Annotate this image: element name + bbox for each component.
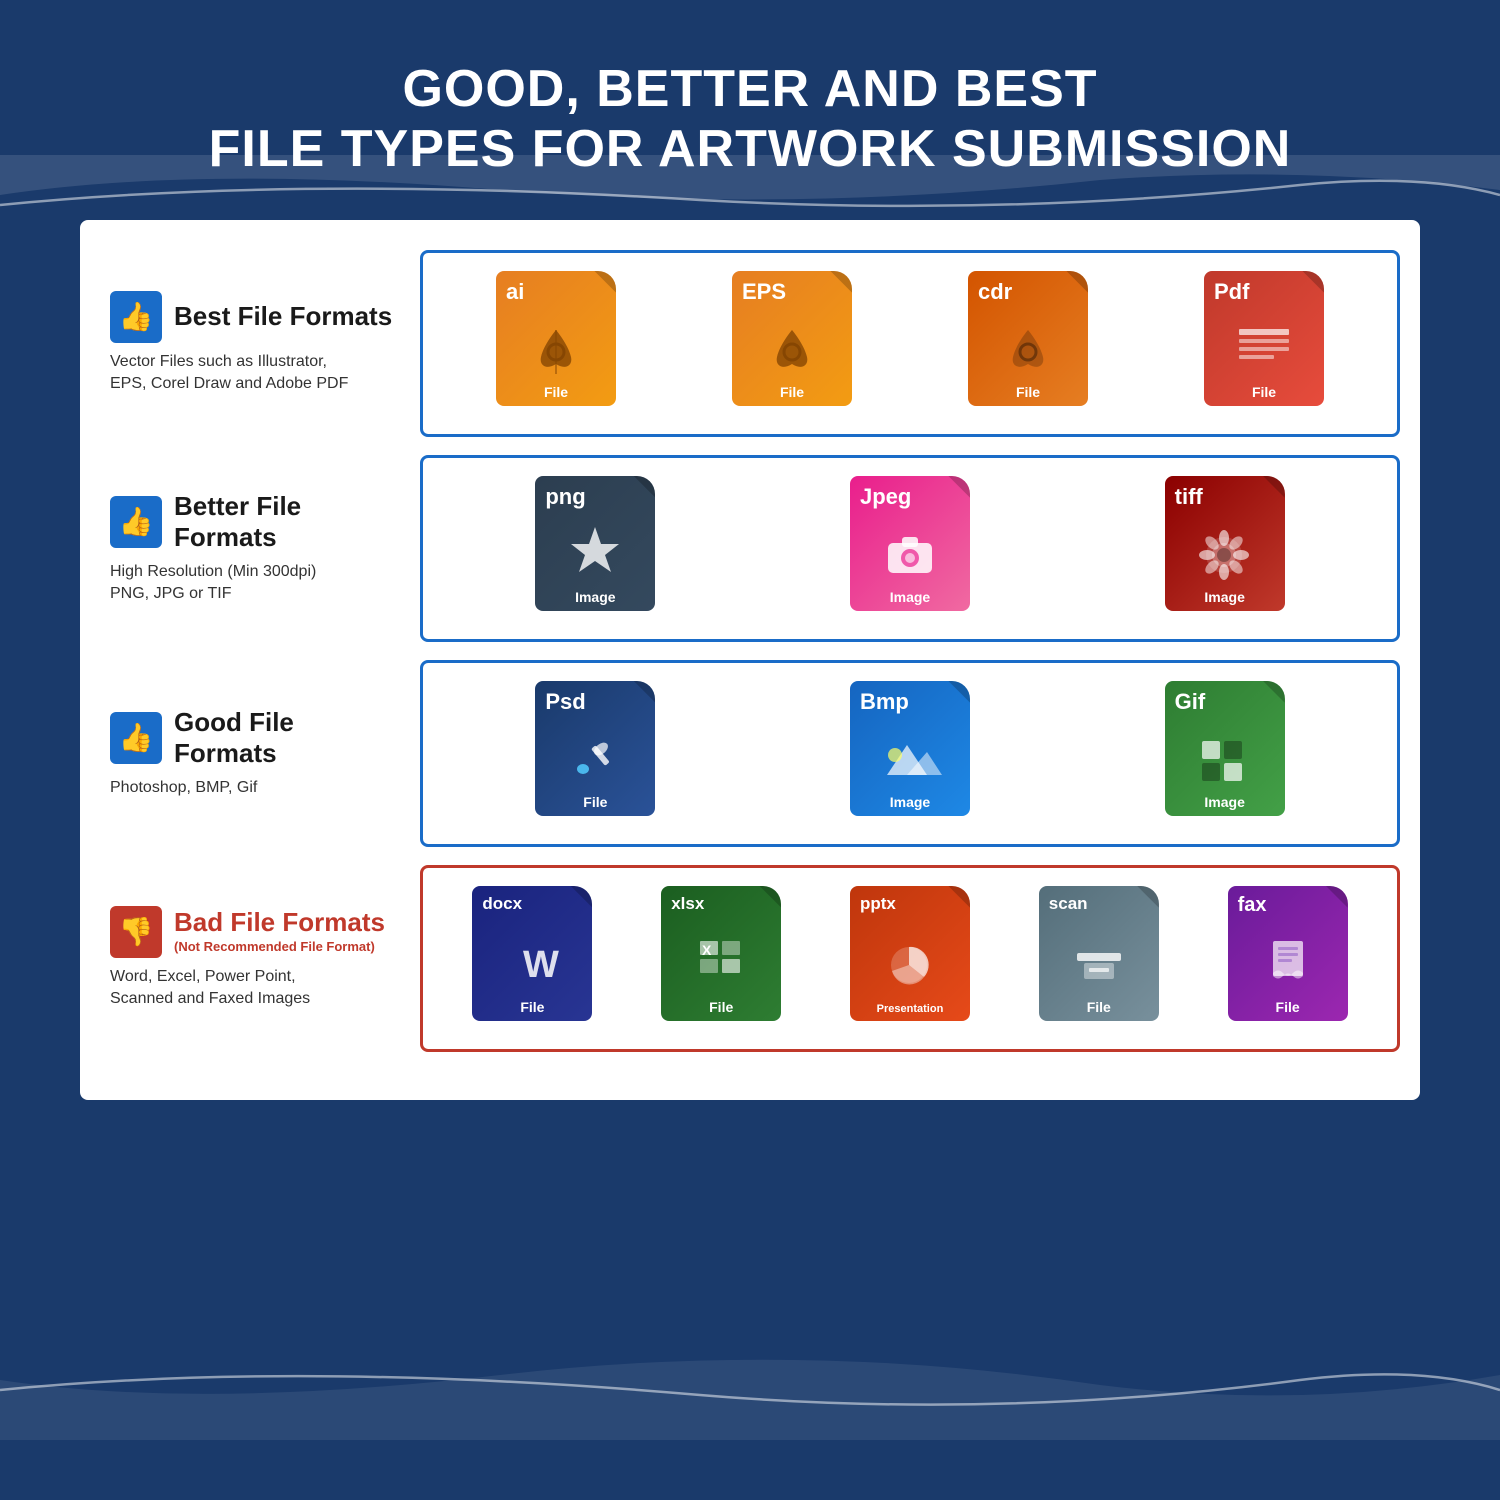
section-best: 👍 Best File Formats Vector Files such as… bbox=[100, 250, 1400, 437]
file-scan: scan File bbox=[1034, 886, 1164, 1031]
file-docx-shape: docx W File bbox=[472, 886, 592, 1021]
file-ai-shape: ai File bbox=[496, 271, 616, 406]
file-eps: EPS File bbox=[727, 271, 857, 416]
file-pptx: pptx Presentation bbox=[845, 886, 975, 1031]
file-pdf: Pdf File bbox=[1199, 271, 1329, 416]
file-xlsx-shape: xlsx X File bbox=[661, 886, 781, 1021]
file-tiff: tiff bbox=[1160, 476, 1290, 621]
section-better-left: 👍 Better File Formats High Resolution (M… bbox=[100, 491, 420, 606]
thumbs-down-icon-bad: 👎 bbox=[110, 906, 162, 958]
thumbs-up-icon-best: 👍 bbox=[110, 291, 162, 343]
file-gif-shape: Gif Image bbox=[1165, 681, 1285, 816]
section-best-header: 👍 Best File Formats bbox=[110, 291, 392, 343]
section-bad-desc: Word, Excel, Power Point,Scanned and Fax… bbox=[110, 966, 310, 1011]
section-bad-header: 👎 Bad File Formats (Not Recommended File… bbox=[110, 906, 385, 958]
file-gif: Gif Image bbox=[1160, 681, 1290, 826]
section-bad-subtitle: (Not Recommended File Format) bbox=[174, 939, 375, 954]
thumbs-up-icon-good: 👍 bbox=[110, 712, 162, 764]
file-fax-shape: fax File bbox=[1228, 886, 1348, 1021]
section-better-files: png Image Jpeg bbox=[420, 455, 1400, 642]
section-bad-title-block: Bad File Formats (Not Recommended File F… bbox=[174, 907, 385, 956]
section-good-left: 👍 Good File Formats Photoshop, BMP, Gif bbox=[100, 707, 420, 799]
section-better: 👍 Better File Formats High Resolution (M… bbox=[100, 455, 1400, 642]
section-better-header: 👍 Better File Formats bbox=[110, 491, 400, 553]
section-good-header: 👍 Good File Formats bbox=[110, 707, 400, 769]
file-xlsx: xlsx X File bbox=[656, 886, 786, 1031]
file-docx: docx W File bbox=[467, 886, 597, 1031]
section-best-title: Best File Formats bbox=[174, 301, 392, 332]
thumbs-up-icon-better: 👍 bbox=[110, 496, 162, 548]
file-jpeg: Jpeg Image bbox=[845, 476, 975, 621]
svg-text:W: W bbox=[523, 944, 559, 986]
section-bad-left: 👎 Bad File Formats (Not Recommended File… bbox=[100, 906, 420, 1011]
file-scan-shape: scan File bbox=[1039, 886, 1159, 1021]
section-bad-title: Bad File Formats bbox=[174, 907, 385, 937]
section-good: 👍 Good File Formats Photoshop, BMP, Gif … bbox=[100, 660, 1400, 847]
file-jpeg-shape: Jpeg Image bbox=[850, 476, 970, 611]
section-better-title: Better File Formats bbox=[174, 491, 400, 553]
section-bad: 👎 Bad File Formats (Not Recommended File… bbox=[100, 865, 1400, 1052]
file-bmp-shape: Bmp Image bbox=[850, 681, 970, 816]
section-best-files: ai File EPS bbox=[420, 250, 1400, 437]
file-cdr-shape: cdr File bbox=[968, 271, 1088, 406]
page-title: GOOD, BETTER AND BEST FILE TYPES FOR ART… bbox=[209, 60, 1292, 180]
section-best-desc: Vector Files such as Illustrator,EPS, Co… bbox=[110, 351, 348, 396]
svg-text:X: X bbox=[702, 942, 712, 958]
section-bad-files: docx W File xlsx bbox=[420, 865, 1400, 1052]
file-tiff-shape: tiff bbox=[1165, 476, 1285, 611]
file-ai: ai File bbox=[491, 271, 621, 416]
file-psd: Psd File bbox=[530, 681, 660, 826]
file-bmp: Bmp Image bbox=[845, 681, 975, 826]
section-good-title: Good File Formats bbox=[174, 707, 400, 769]
main-card: 👍 Best File Formats Vector Files such as… bbox=[80, 220, 1420, 1100]
section-best-left: 👍 Best File Formats Vector Files such as… bbox=[100, 291, 420, 396]
file-cdr: cdr File bbox=[963, 271, 1093, 416]
file-pptx-shape: pptx Presentation bbox=[850, 886, 970, 1021]
section-good-files: Psd File Bmp bbox=[420, 660, 1400, 847]
file-pdf-shape: Pdf File bbox=[1204, 271, 1324, 406]
file-fax: fax File bbox=[1223, 886, 1353, 1031]
file-eps-shape: EPS File bbox=[732, 271, 852, 406]
file-png-shape: png Image bbox=[535, 476, 655, 611]
section-good-desc: Photoshop, BMP, Gif bbox=[110, 777, 257, 799]
file-psd-shape: Psd File bbox=[535, 681, 655, 816]
file-png: png Image bbox=[530, 476, 660, 621]
section-better-desc: High Resolution (Min 300dpi)PNG, JPG or … bbox=[110, 561, 316, 606]
